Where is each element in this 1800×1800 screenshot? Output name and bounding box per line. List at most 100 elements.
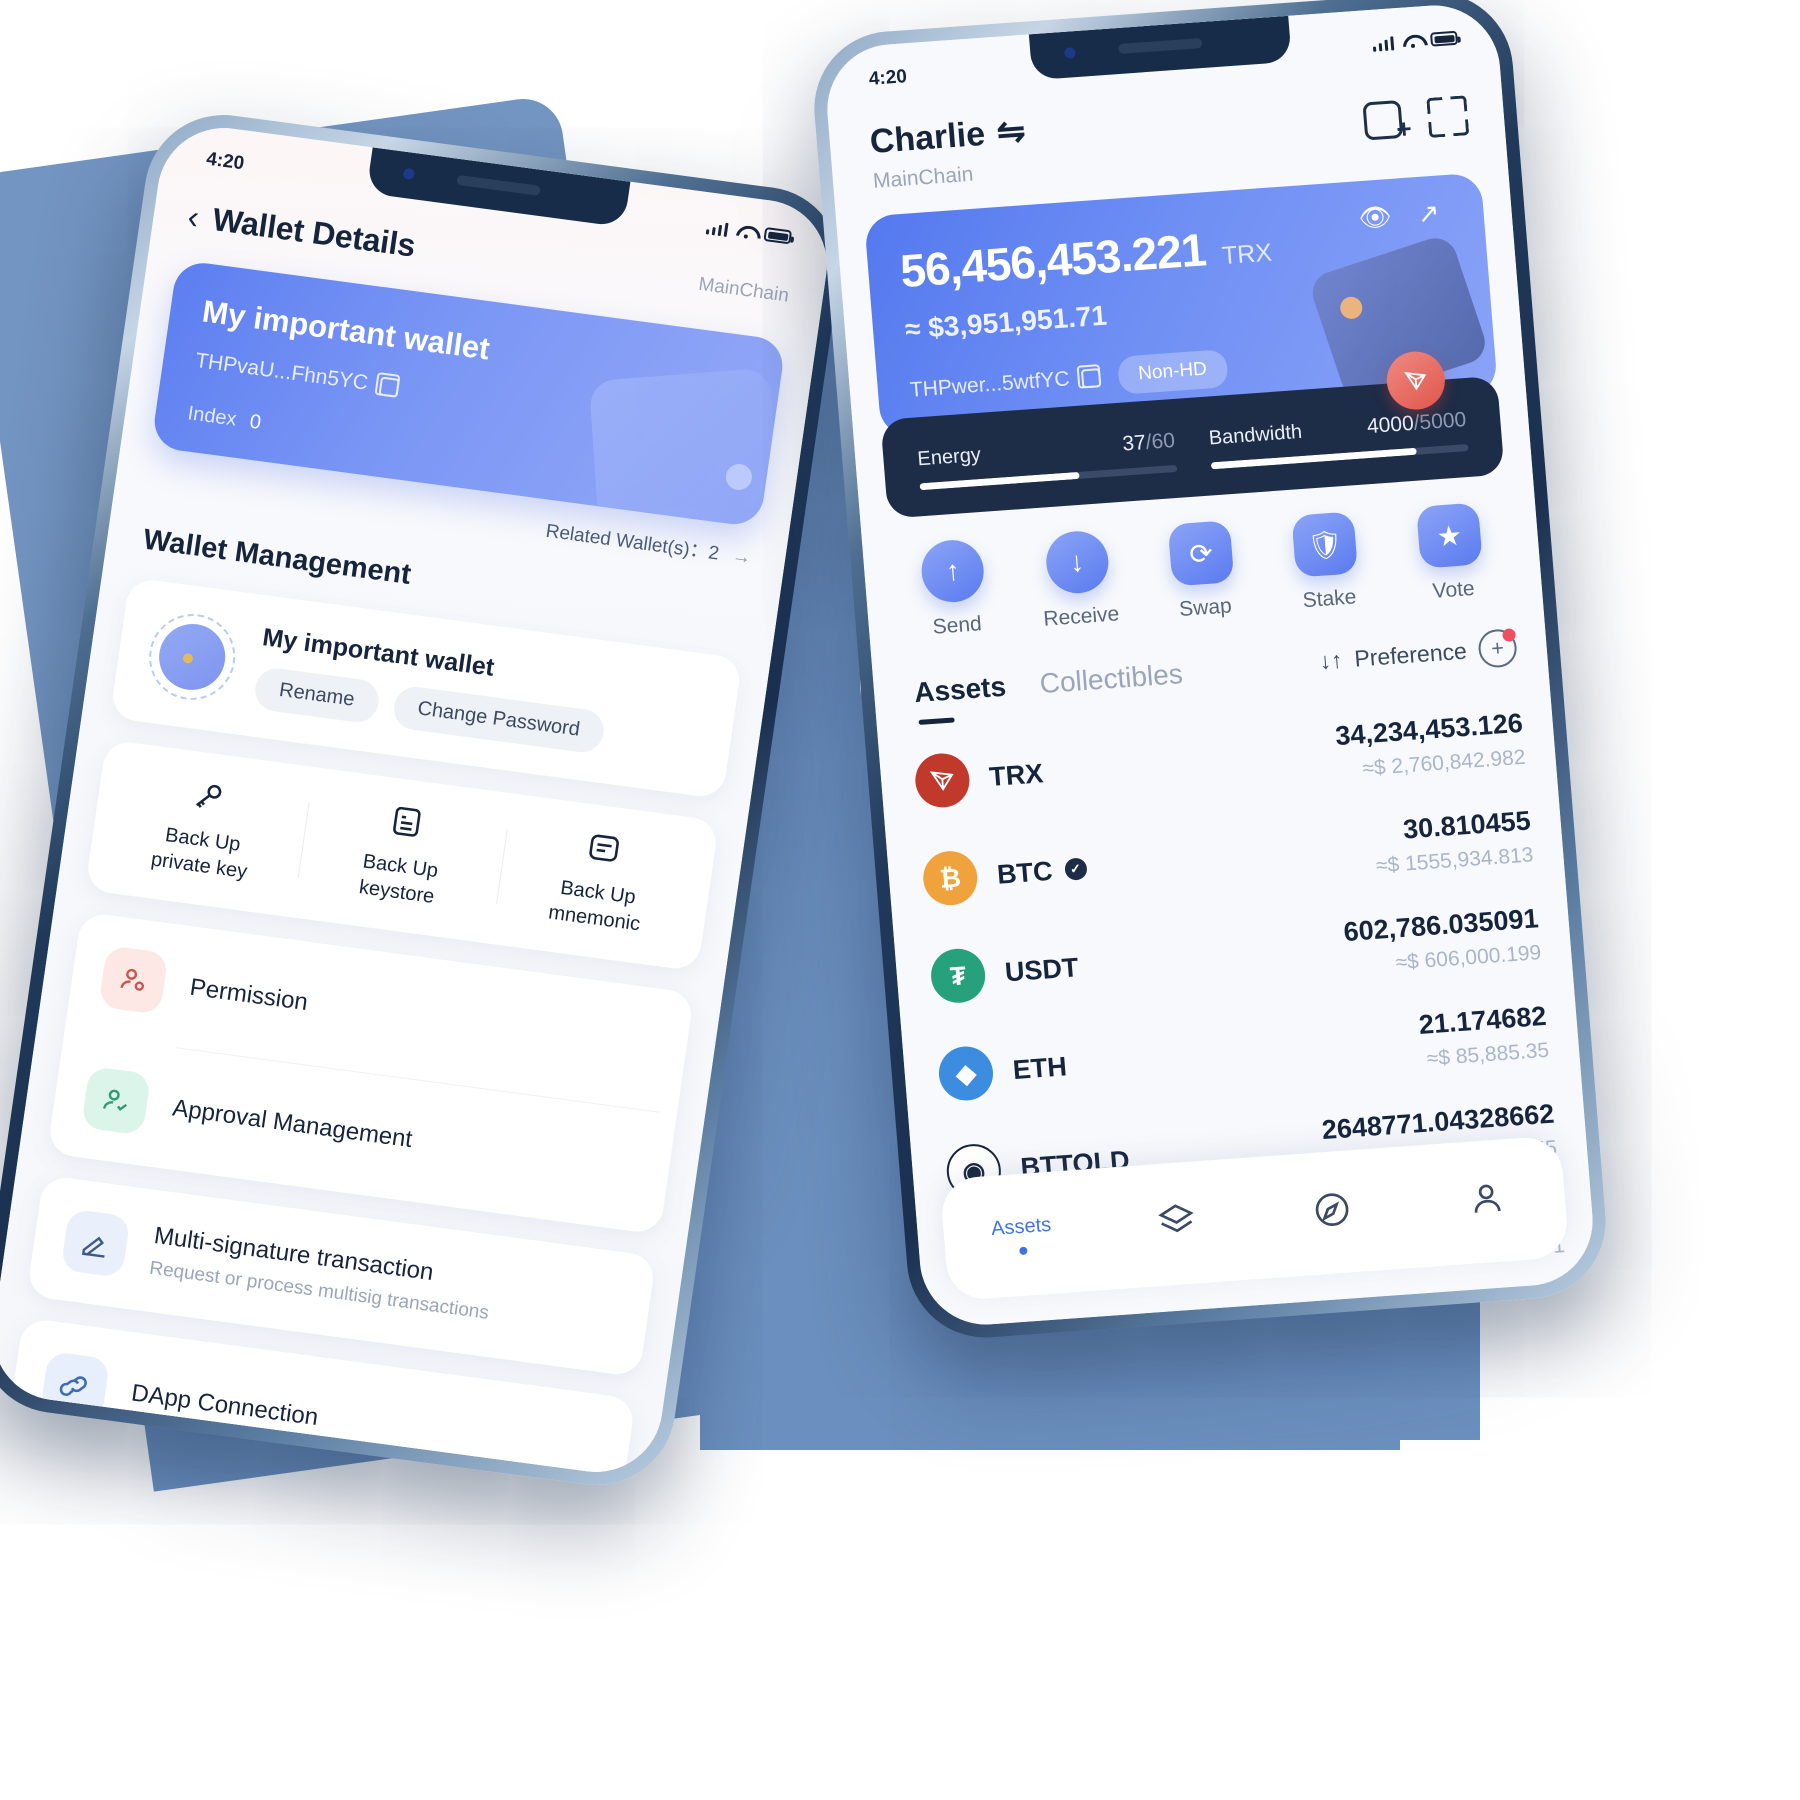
cellular-signal-icon: [705, 219, 729, 237]
chain-label[interactable]: MainChain: [697, 273, 790, 307]
resource-progress: [919, 464, 1178, 491]
scan-icon[interactable]: [1426, 95, 1470, 138]
profile-icon: [1408, 1173, 1567, 1230]
change-password-button[interactable]: Change Password: [390, 684, 607, 755]
chain-label: MainChain: [872, 162, 975, 193]
nav-item-layers[interactable]: [1098, 1195, 1257, 1252]
front-camera-icon: [402, 167, 416, 181]
active-indicator: [1018, 1246, 1028, 1255]
arrow-down-icon: ↓: [1043, 529, 1111, 596]
balance-symbol: TRX: [1220, 238, 1274, 271]
wallet-address: THPvaU...Fhn5YC: [193, 348, 370, 395]
asset-amount: 34,234,453.126: [1334, 707, 1524, 752]
swap-icon: ⟳: [1167, 520, 1235, 587]
asset-usd: ≈$ 606,000.199: [1394, 941, 1543, 975]
index-label: Index: [186, 402, 238, 431]
quick-action-receive[interactable]: ↓ Receive: [1012, 527, 1144, 634]
menu-item-title: Approval Management: [170, 1094, 414, 1154]
battery-icon: [1429, 30, 1459, 47]
status-badge: Non-HD: [1116, 349, 1229, 395]
trx-coin-icon: [913, 751, 972, 810]
account-address-row[interactable]: THPwer...5wtfYC: [909, 365, 1102, 403]
phone-right: 4:20 Charlie ⇋ MainChain + 👁 ↗ 56,456,45…: [808, 0, 1612, 1343]
asset-symbol: BTC: [995, 855, 1054, 890]
quick-action-send[interactable]: ↑ Send: [888, 536, 1020, 643]
resource-value: 37: [1121, 431, 1147, 456]
backup-mnemonic-label: Back Up mnemonic: [547, 876, 642, 936]
quick-action-stake[interactable]: 🛡 Stake: [1261, 509, 1393, 616]
multisig-icon: [60, 1208, 131, 1279]
asset-symbol: TRX: [988, 757, 1045, 792]
asset-amount: 21.174682: [1417, 1000, 1548, 1040]
earpiece-speaker: [456, 174, 541, 196]
backup-keystore-button[interactable]: Back Up keystore: [296, 789, 508, 918]
status-time: 4:20: [204, 148, 246, 175]
resource-value: 4000: [1366, 411, 1415, 439]
earpiece-speaker: [1117, 38, 1203, 54]
wifi-icon: [736, 223, 757, 239]
nav-item-label: Assets: [990, 1213, 1052, 1240]
wallet-home-screen: 4:20 Charlie ⇋ MainChain + 👁 ↗ 56,456,45…: [822, 0, 1598, 1330]
resource-progress: [1210, 443, 1469, 470]
eth-coin-icon: ◆: [936, 1044, 996, 1103]
compass-icon: [1253, 1184, 1412, 1241]
battery-icon: [763, 226, 793, 245]
sort-icon[interactable]: ↓↑: [1318, 646, 1343, 675]
arrow-up-right-icon[interactable]: ↗: [1417, 198, 1441, 230]
permissions-card: Permission Approval Management: [46, 911, 695, 1235]
backup-mnemonic-button[interactable]: Back Up mnemonic: [494, 815, 706, 944]
account-switcher[interactable]: Charlie ⇋: [868, 111, 1027, 162]
front-camera-icon: [1064, 47, 1076, 59]
account-address: THPwer...5wtfYC: [909, 367, 1071, 402]
screenshot-stage: 4:20 ‹ Wallet Details MainChain My impor…: [0, 0, 1800, 1800]
switch-account-icon[interactable]: ⇋: [995, 111, 1027, 153]
btc-coin-icon: ₿: [921, 849, 980, 907]
index-value: 0: [248, 410, 263, 434]
address-add-icon[interactable]: [1362, 99, 1404, 141]
menu-item-title: Permission: [188, 973, 310, 1017]
resource-bandwidth[interactable]: Bandwidth 4000/5000: [1207, 408, 1469, 470]
backup-private-key-button[interactable]: Back Up private key: [98, 762, 310, 891]
arrow-up-icon: ↑: [919, 538, 987, 605]
quick-action-vote[interactable]: ★ Vote: [1385, 500, 1517, 607]
nav-item-compass[interactable]: [1253, 1184, 1412, 1241]
asset-symbol: ETH: [1011, 1050, 1068, 1085]
account-name: Charlie: [868, 114, 987, 161]
resource-label: Bandwidth: [1207, 420, 1303, 450]
link-icon: [39, 1351, 111, 1421]
wifi-icon: [1402, 33, 1422, 48]
preference-label[interactable]: Preference: [1353, 637, 1467, 672]
resource-energy[interactable]: Energy 37/60: [916, 428, 1178, 491]
cellular-signal-icon: [1372, 35, 1395, 52]
resource-max: /5000: [1412, 408, 1468, 435]
menu-item-title: DApp Connection: [129, 1379, 321, 1432]
resource-max: /60: [1144, 428, 1176, 454]
rename-button[interactable]: Rename: [252, 665, 382, 725]
balance-amount: 56,456,453.221: [898, 223, 1208, 298]
nav-item-assets[interactable]: Assets: [943, 1210, 1101, 1260]
layers-icon: [1098, 1195, 1257, 1252]
quick-action-swap[interactable]: ⟳ Swap: [1137, 518, 1269, 625]
usdt-coin-icon: ₮: [929, 946, 988, 1005]
copy-icon[interactable]: [1080, 367, 1102, 388]
permission-icon: [98, 945, 169, 1015]
resource-label: Energy: [916, 443, 982, 471]
asset-usd: ≈$ 85,885.35: [1425, 1038, 1550, 1071]
asset-usd: ≈$ 2,760,842.982: [1361, 745, 1527, 781]
nav-item-profile[interactable]: [1408, 1173, 1567, 1230]
ticket-star-icon: ★: [1415, 502, 1483, 569]
tab-assets[interactable]: Assets: [913, 671, 1007, 709]
asset-amount: 602,786.035091: [1342, 903, 1540, 948]
wallet-avatar-icon[interactable]: [143, 608, 241, 706]
back-button[interactable]: ‹: [185, 198, 201, 236]
add-token-icon[interactable]: +: [1477, 628, 1519, 669]
copy-icon[interactable]: [378, 375, 400, 398]
shield-lock-icon: 🛡: [1291, 511, 1359, 578]
verified-badge-icon: ✓: [1063, 857, 1088, 881]
backup-private-key-label: Back Up private key: [149, 824, 249, 883]
eye-icon[interactable]: 👁: [1357, 201, 1392, 234]
approval-icon: [80, 1065, 152, 1136]
chevron-right-icon: →: [730, 545, 753, 569]
asset-amount: 30.810455: [1401, 805, 1532, 845]
status-time: 4:20: [868, 66, 908, 90]
